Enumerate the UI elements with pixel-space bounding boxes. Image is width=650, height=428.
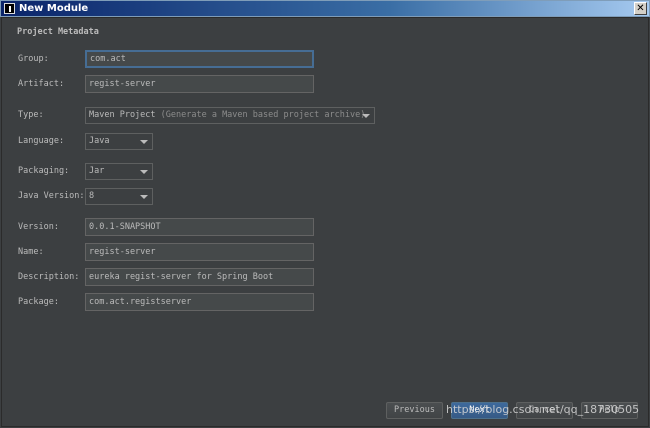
title-bar: New Module ✕ [0, 0, 650, 17]
version-label: Version: [18, 222, 59, 232]
watermark: https://blog.csdn.net/qq_18730505 [446, 403, 640, 416]
window-title: New Module [19, 3, 89, 14]
type-label: Type: [18, 110, 44, 120]
type-select[interactable]: Maven Project (Generate a Maven based pr… [85, 107, 375, 124]
chevron-down-icon [140, 170, 148, 174]
type-hint: (Generate a Maven based project archive) [160, 110, 366, 120]
chevron-down-icon [362, 114, 370, 118]
description-field[interactable]: eureka regist-server for Spring Boot [85, 268, 314, 286]
previous-button[interactable]: Previous [386, 402, 443, 419]
artifact-label: Artifact: [18, 79, 65, 89]
type-value: Maven Project [89, 110, 156, 120]
section-title: Project Metadata [17, 27, 99, 37]
java-version-value: 8 [89, 191, 95, 201]
name-label: Name: [18, 247, 44, 257]
packaging-select[interactable]: Jar [85, 163, 153, 180]
version-field[interactable]: 0.0.1-SNAPSHOT [85, 218, 314, 236]
java-version-label: Java Version: [18, 191, 85, 201]
chevron-down-icon [140, 195, 148, 199]
language-select[interactable]: Java [85, 133, 153, 150]
group-label: Group: [18, 54, 49, 64]
name-field[interactable]: regist-server [85, 243, 314, 261]
artifact-field[interactable]: regist-server [85, 75, 314, 93]
chevron-down-icon [140, 140, 148, 144]
package-label: Package: [18, 297, 59, 307]
package-field[interactable]: com.act.registserver [85, 293, 314, 311]
close-icon[interactable]: ✕ [634, 2, 647, 15]
packaging-value: Jar [89, 166, 105, 176]
group-field[interactable]: com.act [85, 50, 314, 68]
java-version-select[interactable]: 8 [85, 188, 153, 205]
language-value: Java [89, 136, 110, 146]
description-label: Description: [18, 272, 80, 282]
language-label: Language: [18, 136, 65, 146]
intellij-icon [4, 3, 15, 14]
packaging-label: Packaging: [18, 166, 70, 176]
